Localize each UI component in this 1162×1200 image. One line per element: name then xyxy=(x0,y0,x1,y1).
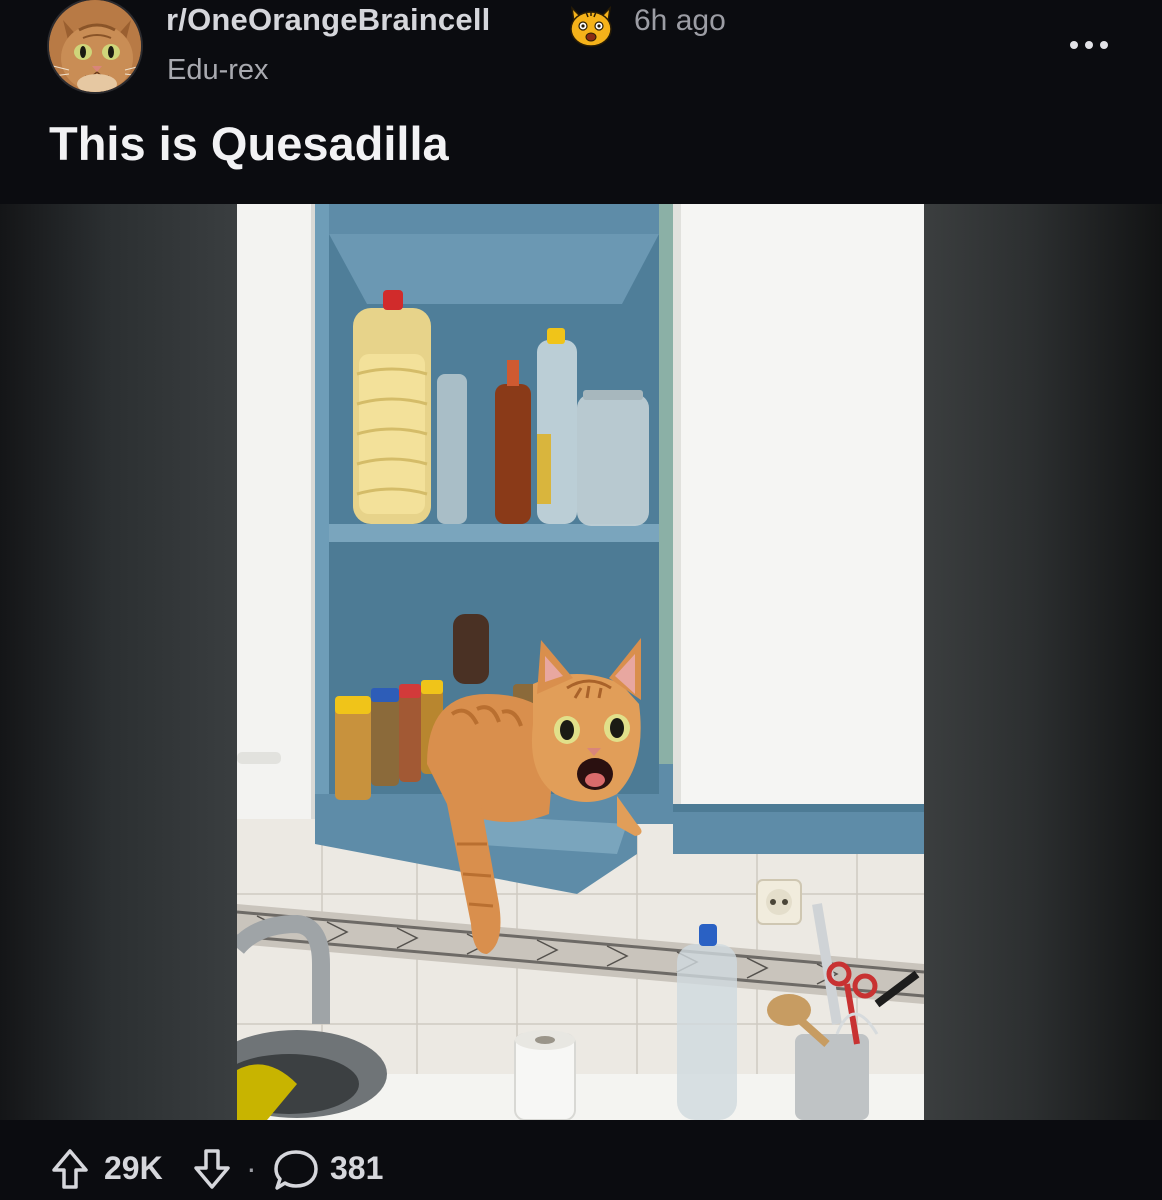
post-header: r/OneOrangeBraincell 6h ago Edu-rex This… xyxy=(0,0,1162,204)
comments-button[interactable] xyxy=(272,1148,320,1192)
upvote-arrow-icon xyxy=(52,1149,88,1189)
more-options-icon xyxy=(1070,41,1108,49)
downvote-button[interactable] xyxy=(192,1148,232,1190)
post-screen: r/OneOrangeBraincell 6h ago Edu-rex This… xyxy=(0,0,1162,1200)
post-actions-bar: 29K · 381 xyxy=(0,1120,1162,1200)
separator-dot: · xyxy=(246,1150,257,1186)
cat-avatar-icon xyxy=(49,0,141,92)
author-name[interactable]: Edu-rex xyxy=(167,54,269,87)
media-blur-left xyxy=(0,204,237,1120)
community-name[interactable]: r/OneOrangeBraincell xyxy=(166,2,490,38)
post-image[interactable] xyxy=(237,204,924,1120)
post-media[interactable] xyxy=(0,204,1162,1120)
community-avatar[interactable] xyxy=(47,0,143,94)
upvote-button[interactable] xyxy=(50,1148,90,1190)
more-options-button[interactable] xyxy=(1064,30,1114,60)
downvote-arrow-icon xyxy=(194,1149,230,1189)
upvote-count: 29K xyxy=(104,1150,163,1186)
post-age: 6h ago xyxy=(634,4,726,37)
cat-in-cabinet-photo xyxy=(237,204,924,1120)
comment-bubble-icon xyxy=(274,1150,318,1190)
cat-face-icon xyxy=(566,4,616,48)
comment-count: 381 xyxy=(330,1150,384,1186)
post-title[interactable]: This is Quesadilla xyxy=(49,116,449,171)
media-blur-right xyxy=(924,204,1162,1120)
